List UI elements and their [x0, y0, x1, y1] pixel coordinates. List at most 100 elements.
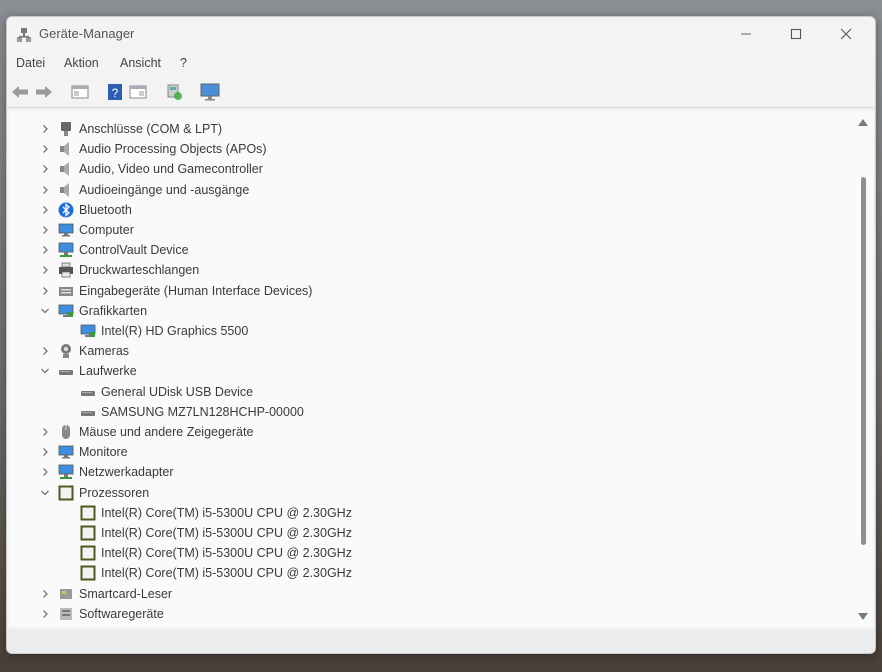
tree-category[interactable]: Prozessoren [9, 483, 849, 503]
smartcard-icon [58, 586, 74, 602]
back-button[interactable] [9, 81, 31, 103]
tree-category[interactable]: Grafikkarten [9, 301, 849, 321]
tree-item-label: Intel(R) Core(TM) i5-5300U CPU @ 2.30GHz [101, 546, 352, 561]
scroll-down-icon[interactable] [858, 613, 868, 620]
properties-button[interactable] [127, 81, 149, 103]
tree-device[interactable]: Intel(R) Core(TM) i5-5300U CPU @ 2.30GHz [9, 523, 849, 543]
tree-item-label: General UDisk USB Device [101, 384, 254, 399]
help-button[interactable]: ? [104, 81, 126, 103]
tree-item-label: Computer [79, 223, 134, 237]
tree-device[interactable]: Intel(R) Core(TM) i5-5300U CPU @ 2.30GHz [9, 543, 849, 563]
tree-item-label: Intel(R) Core(TM) i5-5300U CPU @ 2.30GHz [101, 526, 352, 540]
hid-icon [58, 283, 74, 299]
tree-item-label: Smartcard-Leser [79, 586, 173, 601]
tree-category[interactable]: Audio, Video und Gamecontroller [9, 159, 849, 179]
tree-category[interactable]: Audio Processing Objects (APOs) [9, 139, 849, 159]
tree-category[interactable]: ControlVault Device [9, 240, 849, 260]
processor-icon [80, 565, 96, 581]
tree-device[interactable]: Intel(R) Core(TM) i5-5300U CPU @ 2.30GHz [9, 563, 849, 583]
chevron-right-icon[interactable] [40, 164, 50, 174]
chevron-down-icon[interactable] [40, 488, 50, 498]
tree-item-label: Bluetooth [79, 202, 132, 217]
tree-device[interactable]: Intel(R) Core(TM) i5-5300U CPU @ 2.30GHz [9, 503, 849, 523]
tree-category[interactable]: Netzwerkadapter [9, 462, 849, 482]
tree-category[interactable]: Smartcard-Leser [9, 584, 849, 604]
bluetooth-icon [58, 202, 74, 218]
maximize-button[interactable] [771, 17, 821, 51]
chevron-right-icon[interactable] [40, 205, 50, 215]
chevron-down-icon[interactable] [40, 306, 50, 316]
chevron-right-icon[interactable] [40, 144, 50, 154]
tree-category[interactable]: Laufwerke [9, 361, 849, 381]
title-bar[interactable]: Geräte-Manager [7, 17, 875, 51]
close-button[interactable] [821, 17, 871, 51]
processor-icon [80, 505, 96, 521]
tree-item-label: SAMSUNG MZ7LN128HCHP-00000 [101, 404, 304, 419]
chevron-right-icon[interactable] [40, 286, 50, 296]
tree-item-label: Intel(R) HD Graphics 5500 [101, 324, 249, 338]
chevron-right-icon[interactable] [40, 245, 50, 255]
forward-button[interactable] [33, 81, 55, 103]
device-tree[interactable]: Anschlüsse (COM & LPT) Audio Processing O… [9, 111, 873, 627]
tree-item-label: Audio, Video und Gamecontroller [79, 162, 263, 177]
mouse-icon [58, 424, 74, 440]
tree-category[interactable]: Anschlüsse (COM & LPT) [9, 119, 849, 139]
speaker-icon [58, 161, 74, 177]
tree-category[interactable]: Speichercontroller [9, 624, 849, 627]
network-icon [58, 464, 74, 480]
printer-icon [58, 262, 74, 278]
tree-category[interactable]: Mäuse und andere Zeigegeräte [9, 422, 849, 442]
chevron-right-icon[interactable] [40, 467, 50, 477]
monitor-icon [58, 444, 74, 460]
chevron-right-icon[interactable] [40, 124, 50, 134]
tree-item-label: Intel(R) Core(TM) i5-5300U CPU @ 2.30GHz [101, 505, 352, 520]
arrow-left-icon [12, 86, 28, 98]
monitor-button[interactable] [199, 81, 221, 103]
scan-hardware-icon [167, 84, 182, 100]
chevron-right-icon[interactable] [40, 447, 50, 457]
chevron-right-icon[interactable] [40, 609, 50, 619]
menu-aktion[interactable]: Aktion [64, 56, 99, 70]
toolbar: ? [7, 77, 875, 108]
vertical-scrollbar[interactable] [855, 111, 869, 627]
chevron-right-icon[interactable] [40, 589, 50, 599]
menu-help[interactable]: ? [180, 56, 187, 70]
tree-category[interactable]: Audioeingänge und -ausgänge [9, 180, 849, 200]
svg-text:?: ? [112, 86, 119, 100]
status-bar [7, 629, 875, 653]
console-tree-icon [71, 85, 89, 99]
tree-category[interactable]: Monitore [9, 442, 849, 462]
tree-category[interactable]: Kameras [9, 341, 849, 361]
tree-category[interactable]: Bluetooth [9, 200, 849, 220]
tree-device[interactable]: SAMSUNG MZ7LN128HCHP-00000 [9, 402, 849, 422]
display-adapter-icon [58, 303, 74, 319]
chevron-right-icon[interactable] [40, 185, 50, 195]
speaker-icon [58, 141, 74, 157]
tree-category[interactable]: Druckwarteschlangen [9, 260, 849, 280]
monitor-icon [58, 222, 74, 238]
scroll-up-icon[interactable] [858, 119, 868, 126]
menu-ansicht[interactable]: Ansicht [120, 56, 161, 70]
show-hide-console-tree-button[interactable] [69, 81, 91, 103]
minimize-button[interactable] [721, 17, 771, 51]
tree-device[interactable]: Intel(R) HD Graphics 5500 [9, 321, 849, 341]
help-icon: ? [108, 84, 122, 100]
tree-category[interactable]: Computer [9, 220, 849, 240]
chevron-right-icon[interactable] [40, 427, 50, 437]
tree-item-label: Druckwarteschlangen [79, 263, 200, 278]
tree-category[interactable]: Eingabegeräte (Human Interface Devices) [9, 281, 849, 301]
menu-datei[interactable]: Datei [16, 56, 45, 70]
tree-item-label: Anschlüsse (COM & LPT) [79, 122, 223, 136]
tree-device[interactable]: General UDisk USB Device [9, 382, 849, 402]
tree-category[interactable]: Softwaregeräte [9, 604, 849, 624]
chevron-right-icon[interactable] [40, 225, 50, 235]
scrollbar-thumb[interactable] [861, 177, 866, 545]
drive-icon [80, 384, 96, 400]
tree-item-label: ControlVault Device [79, 243, 189, 258]
chevron-right-icon[interactable] [40, 346, 50, 356]
chevron-right-icon[interactable] [40, 265, 50, 275]
chevron-down-icon[interactable] [40, 366, 50, 376]
window-title: Geräte-Manager [39, 26, 135, 41]
scan-hardware-button[interactable] [163, 81, 185, 103]
device-manager-window: Geräte-Manager Datei Aktion Ansicht ? ? [6, 16, 876, 654]
